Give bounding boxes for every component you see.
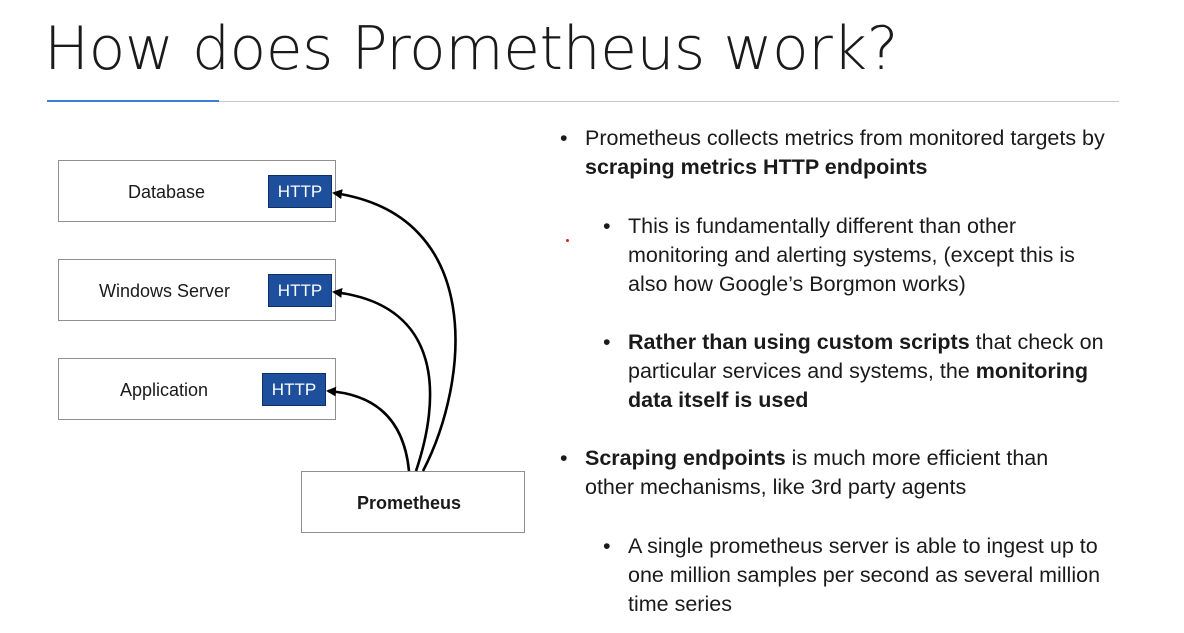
bullet-marker: • — [560, 126, 568, 150]
subbullet-million-samples: • A single prometheus server is able to … — [603, 532, 1128, 619]
bullet-bold-text: scraping metrics HTTP endpoints — [585, 155, 928, 179]
bullet-marker: • — [560, 446, 568, 470]
subbullet-borgmon: • This is fundamentally different than o… — [603, 212, 1108, 299]
bullet-text: Prometheus collects metrics from monitor… — [585, 126, 1105, 150]
bullet-bold-text: Rather than using custom scripts — [628, 330, 970, 354]
scrape-arrow-database — [332, 189, 457, 472]
bullet-bold-text: Scraping endpoints — [585, 446, 786, 470]
bullet-scraping-http: • Prometheus collects metrics from monit… — [560, 124, 1125, 182]
scrape-arrow-application — [326, 386, 411, 472]
bullet-text: This is fundamentally different than oth… — [628, 214, 1075, 296]
bullet-marker: • — [603, 534, 611, 558]
bullet-marker: • — [603, 330, 611, 354]
scrape-arrow-windows-server — [332, 287, 432, 472]
stray-red-dot — [566, 239, 569, 242]
bullet-text: A single prometheus server is able to in… — [628, 534, 1101, 616]
bullet-scraping-efficient: • Scraping endpoints is much more effici… — [560, 444, 1085, 502]
subbullet-monitoring-data: • Rather than using custom scripts that … — [603, 328, 1108, 415]
bullet-marker: • — [603, 214, 611, 238]
